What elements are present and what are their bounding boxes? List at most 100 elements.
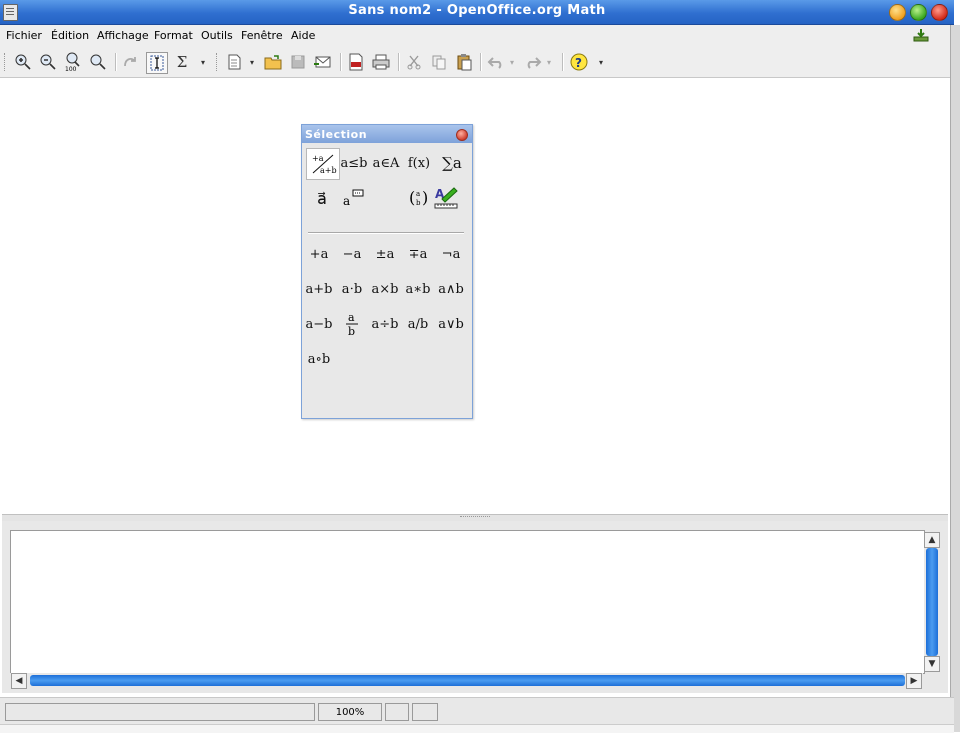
category-relations[interactable]: a≤b [338, 148, 370, 178]
selection-window: Sélection +a a+b a≤b a∈A f(x) ∑a a⃗ a (a b… [301, 124, 473, 419]
status-field-empty [385, 703, 409, 721]
category-set-operations[interactable]: a∈A [370, 148, 402, 178]
menu-affichage[interactable]: Affichage [97, 29, 149, 42]
svg-text:a: a [348, 311, 355, 324]
paste-icon[interactable] [454, 52, 474, 72]
selection-window-titlebar[interactable]: Sélection [302, 125, 472, 143]
others-icon: a [343, 189, 364, 208]
vertical-scroll-thumb[interactable] [926, 548, 938, 656]
svg-text:a: a [343, 194, 350, 208]
title-bar: Sans nom2 - OpenOffice.org Math [0, 0, 954, 25]
symbol-a-over-b[interactable]: ab [336, 309, 368, 339]
export-pdf-icon[interactable] [346, 52, 366, 72]
zoom-in-icon[interactable] [13, 52, 33, 72]
symbol-minusplus-a[interactable]: ∓a [402, 239, 434, 269]
status-zoom[interactable]: 100% [318, 703, 382, 721]
menu-aide-label: Aide [291, 29, 316, 42]
menu-format[interactable]: Format [154, 29, 193, 42]
redo-dropdown-icon[interactable]: ▾ [544, 52, 554, 72]
show-all-icon[interactable] [88, 52, 108, 72]
toolbar-overflow-icon[interactable]: ▾ [596, 52, 606, 72]
toolbar-overflow-icon[interactable]: ▾ [198, 52, 208, 72]
horizontal-scroll-thumb[interactable] [30, 675, 905, 686]
open-folder-icon[interactable] [263, 52, 283, 72]
zoom-100-icon[interactable]: 100 [63, 52, 83, 72]
category-functions[interactable]: f(x) [403, 148, 435, 178]
splitter-grip[interactable] [460, 516, 490, 519]
formula-document-area[interactable] [2, 78, 950, 514]
symbol-a-slash-b[interactable]: a/b [402, 309, 434, 339]
selection-window-title: Sélection [305, 128, 368, 141]
toolbar-separator [562, 53, 564, 71]
toolbar-separator [340, 53, 342, 71]
menu-bar: Fichier Édition Affichage Format Outils … [0, 25, 954, 47]
svg-text:b: b [348, 325, 355, 337]
symbol-a-plus-b[interactable]: a+b [303, 274, 335, 304]
scroll-down-icon[interactable]: ▼ [924, 656, 940, 672]
scroll-up-icon[interactable]: ▲ [924, 532, 940, 548]
menu-affichage-label: Affichage [97, 29, 149, 42]
category-unary-binary[interactable]: +a a+b [306, 148, 340, 180]
symbol-a-minus-b[interactable]: a−b [303, 309, 335, 339]
toolbar-separator [480, 53, 482, 71]
svg-text:a: a [416, 190, 420, 198]
menu-outils-label: Outils [201, 29, 233, 42]
new-document-icon[interactable] [225, 52, 245, 72]
symbol-minus-a[interactable]: −a [336, 239, 368, 269]
symbol-plusminus-a[interactable]: ±a [369, 239, 401, 269]
fraction-icon: ab [346, 311, 358, 337]
close-button[interactable] [931, 4, 948, 21]
formats-icon: A [434, 187, 458, 209]
selection-toggle-button[interactable]: Σ [172, 52, 192, 72]
category-formats[interactable]: A [430, 183, 462, 213]
undo-dropdown-icon[interactable]: ▾ [507, 52, 517, 72]
zoom-out-icon[interactable] [38, 52, 58, 72]
symbol-plus-a[interactable]: +a [303, 239, 335, 269]
selection-window-close-button[interactable] [456, 129, 468, 141]
symbol-a-or-b[interactable]: a∨b [435, 309, 467, 339]
update-available-icon[interactable] [913, 28, 929, 42]
menu-edition[interactable]: Édition [51, 29, 89, 42]
maximize-button[interactable] [910, 4, 927, 21]
symbol-a-times-b[interactable]: a×b [369, 274, 401, 304]
scroll-left-icon[interactable]: ◀ [11, 673, 27, 689]
svg-text:(: ( [409, 188, 415, 207]
category-attributes[interactable]: a⃗ [306, 183, 338, 213]
menu-fenetre[interactable]: Fenêtre [241, 29, 283, 42]
help-icon[interactable]: ? [569, 52, 589, 72]
copy-icon[interactable] [429, 52, 449, 72]
menu-format-label: Format [154, 29, 193, 42]
toolbar-separator [398, 53, 400, 71]
symbol-not-a[interactable]: ¬a [435, 239, 467, 269]
update-formula-icon[interactable] [120, 52, 140, 72]
symbol-a-and-b[interactable]: a∧b [435, 274, 467, 304]
menu-outils[interactable]: Outils [201, 29, 233, 42]
menu-fichier-label: Fichier [6, 29, 42, 42]
commands-input[interactable] [10, 530, 925, 674]
status-text-field [5, 703, 315, 721]
new-dropdown-icon[interactable]: ▾ [247, 52, 257, 72]
category-others[interactable]: a [338, 183, 370, 213]
menu-fenetre-label: Fenêtre [241, 29, 283, 42]
minimize-button[interactable] [889, 4, 906, 21]
toolbar-grip[interactable] [216, 53, 220, 71]
window-right-edge [950, 25, 960, 732]
cut-icon[interactable] [404, 52, 424, 72]
symbol-a-cdot-b[interactable]: a⋅b [336, 274, 368, 304]
undo-icon[interactable] [486, 52, 506, 72]
symbol-a-div-b[interactable]: a÷b [369, 309, 401, 339]
menu-aide[interactable]: Aide [291, 29, 315, 42]
redo-icon[interactable] [523, 52, 543, 72]
print-icon[interactable] [371, 52, 391, 72]
email-icon[interactable] [313, 52, 333, 72]
symbol-a-ast-b[interactable]: a∗b [402, 274, 434, 304]
toolbar-grip[interactable] [4, 53, 8, 71]
formula-cursor-icon[interactable] [146, 52, 168, 74]
status-bar: 100% [0, 697, 954, 724]
menu-fichier[interactable]: Fichier [6, 29, 42, 42]
svg-text:a+b: a+b [320, 166, 337, 175]
save-icon[interactable] [288, 52, 308, 72]
category-operators[interactable]: ∑a [436, 148, 468, 178]
scroll-right-icon[interactable]: ▶ [906, 673, 922, 689]
symbol-a-circ-b[interactable]: a∘b [303, 344, 335, 374]
